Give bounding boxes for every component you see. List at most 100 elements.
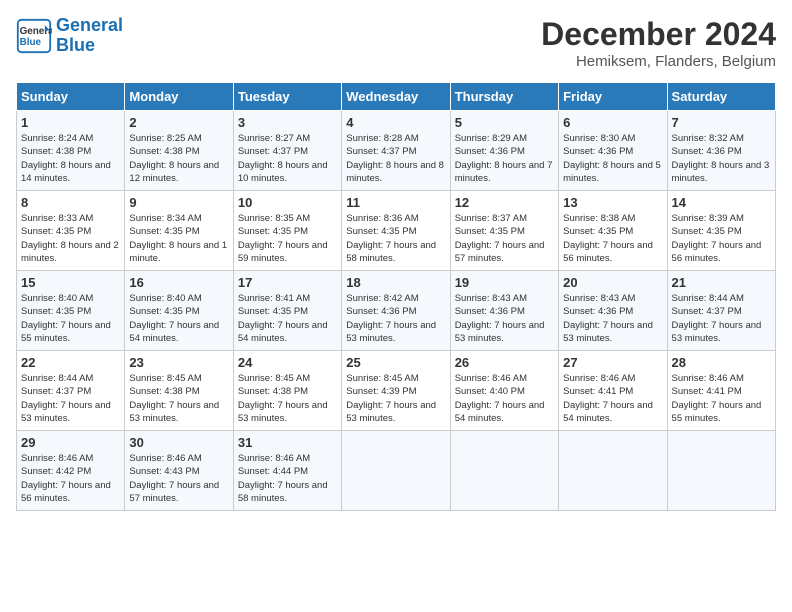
logo: General Blue GeneralBlue	[16, 16, 123, 56]
day-number: 4	[346, 115, 445, 130]
calendar-cell: 22 Sunrise: 8:44 AM Sunset: 4:37 PM Dayl…	[17, 351, 125, 431]
page-header: General Blue GeneralBlue December 2024 H…	[16, 16, 776, 70]
calendar-cell: 29 Sunrise: 8:46 AM Sunset: 4:42 PM Dayl…	[17, 431, 125, 511]
day-info: Sunrise: 8:46 AM Sunset: 4:41 PM Dayligh…	[672, 372, 771, 425]
calendar-cell: 28 Sunrise: 8:46 AM Sunset: 4:41 PM Dayl…	[667, 351, 775, 431]
calendar-cell	[667, 431, 775, 511]
day-header-thursday: Thursday	[450, 83, 558, 111]
day-number: 25	[346, 355, 445, 370]
calendar-cell: 23 Sunrise: 8:45 AM Sunset: 4:38 PM Dayl…	[125, 351, 233, 431]
day-header-wednesday: Wednesday	[342, 83, 450, 111]
title-section: December 2024 Hemiksem, Flanders, Belgiu…	[541, 16, 776, 70]
day-info: Sunrise: 8:40 AM Sunset: 4:35 PM Dayligh…	[21, 292, 120, 345]
day-number: 5	[455, 115, 554, 130]
calendar-cell: 14 Sunrise: 8:39 AM Sunset: 4:35 PM Dayl…	[667, 191, 775, 271]
calendar-cell: 3 Sunrise: 8:27 AM Sunset: 4:37 PM Dayli…	[233, 111, 341, 191]
day-info: Sunrise: 8:39 AM Sunset: 4:35 PM Dayligh…	[672, 212, 771, 265]
day-info: Sunrise: 8:36 AM Sunset: 4:35 PM Dayligh…	[346, 212, 445, 265]
day-number: 23	[129, 355, 228, 370]
calendar-week-1: 1 Sunrise: 8:24 AM Sunset: 4:38 PM Dayli…	[17, 111, 776, 191]
day-number: 30	[129, 435, 228, 450]
day-number: 22	[21, 355, 120, 370]
day-number: 14	[672, 195, 771, 210]
day-info: Sunrise: 8:46 AM Sunset: 4:44 PM Dayligh…	[238, 452, 337, 505]
day-number: 20	[563, 275, 662, 290]
calendar-cell: 9 Sunrise: 8:34 AM Sunset: 4:35 PM Dayli…	[125, 191, 233, 271]
calendar-cell: 10 Sunrise: 8:35 AM Sunset: 4:35 PM Dayl…	[233, 191, 341, 271]
day-info: Sunrise: 8:32 AM Sunset: 4:36 PM Dayligh…	[672, 132, 771, 185]
day-number: 21	[672, 275, 771, 290]
day-info: Sunrise: 8:43 AM Sunset: 4:36 PM Dayligh…	[455, 292, 554, 345]
day-header-sunday: Sunday	[17, 83, 125, 111]
day-number: 26	[455, 355, 554, 370]
calendar-cell: 13 Sunrise: 8:38 AM Sunset: 4:35 PM Dayl…	[559, 191, 667, 271]
calendar-week-4: 22 Sunrise: 8:44 AM Sunset: 4:37 PM Dayl…	[17, 351, 776, 431]
day-number: 9	[129, 195, 228, 210]
day-info: Sunrise: 8:46 AM Sunset: 4:43 PM Dayligh…	[129, 452, 228, 505]
day-number: 10	[238, 195, 337, 210]
day-info: Sunrise: 8:41 AM Sunset: 4:35 PM Dayligh…	[238, 292, 337, 345]
day-number: 31	[238, 435, 337, 450]
calendar-cell: 11 Sunrise: 8:36 AM Sunset: 4:35 PM Dayl…	[342, 191, 450, 271]
calendar-cell: 15 Sunrise: 8:40 AM Sunset: 4:35 PM Dayl…	[17, 271, 125, 351]
calendar-cell: 5 Sunrise: 8:29 AM Sunset: 4:36 PM Dayli…	[450, 111, 558, 191]
day-info: Sunrise: 8:40 AM Sunset: 4:35 PM Dayligh…	[129, 292, 228, 345]
day-header-monday: Monday	[125, 83, 233, 111]
day-info: Sunrise: 8:44 AM Sunset: 4:37 PM Dayligh…	[672, 292, 771, 345]
calendar-cell: 17 Sunrise: 8:41 AM Sunset: 4:35 PM Dayl…	[233, 271, 341, 351]
day-info: Sunrise: 8:27 AM Sunset: 4:37 PM Dayligh…	[238, 132, 337, 185]
calendar-week-2: 8 Sunrise: 8:33 AM Sunset: 4:35 PM Dayli…	[17, 191, 776, 271]
calendar-week-5: 29 Sunrise: 8:46 AM Sunset: 4:42 PM Dayl…	[17, 431, 776, 511]
day-number: 12	[455, 195, 554, 210]
day-number: 7	[672, 115, 771, 130]
day-header-saturday: Saturday	[667, 83, 775, 111]
day-header-friday: Friday	[559, 83, 667, 111]
calendar-header-row: SundayMondayTuesdayWednesdayThursdayFrid…	[17, 83, 776, 111]
calendar-cell: 21 Sunrise: 8:44 AM Sunset: 4:37 PM Dayl…	[667, 271, 775, 351]
calendar-cell	[342, 431, 450, 511]
day-info: Sunrise: 8:34 AM Sunset: 4:35 PM Dayligh…	[129, 212, 228, 265]
calendar-cell: 6 Sunrise: 8:30 AM Sunset: 4:36 PM Dayli…	[559, 111, 667, 191]
day-number: 8	[21, 195, 120, 210]
calendar-cell: 2 Sunrise: 8:25 AM Sunset: 4:38 PM Dayli…	[125, 111, 233, 191]
day-info: Sunrise: 8:42 AM Sunset: 4:36 PM Dayligh…	[346, 292, 445, 345]
day-info: Sunrise: 8:45 AM Sunset: 4:38 PM Dayligh…	[129, 372, 228, 425]
calendar-cell: 26 Sunrise: 8:46 AM Sunset: 4:40 PM Dayl…	[450, 351, 558, 431]
day-info: Sunrise: 8:38 AM Sunset: 4:35 PM Dayligh…	[563, 212, 662, 265]
calendar-cell: 27 Sunrise: 8:46 AM Sunset: 4:41 PM Dayl…	[559, 351, 667, 431]
day-info: Sunrise: 8:46 AM Sunset: 4:41 PM Dayligh…	[563, 372, 662, 425]
day-info: Sunrise: 8:25 AM Sunset: 4:38 PM Dayligh…	[129, 132, 228, 185]
calendar-cell: 7 Sunrise: 8:32 AM Sunset: 4:36 PM Dayli…	[667, 111, 775, 191]
day-info: Sunrise: 8:24 AM Sunset: 4:38 PM Dayligh…	[21, 132, 120, 185]
location-subtitle: Hemiksem, Flanders, Belgium	[541, 53, 776, 70]
logo-icon: General Blue	[16, 18, 52, 54]
calendar-cell	[450, 431, 558, 511]
day-info: Sunrise: 8:44 AM Sunset: 4:37 PM Dayligh…	[21, 372, 120, 425]
calendar-cell: 12 Sunrise: 8:37 AM Sunset: 4:35 PM Dayl…	[450, 191, 558, 271]
day-info: Sunrise: 8:28 AM Sunset: 4:37 PM Dayligh…	[346, 132, 445, 185]
day-number: 24	[238, 355, 337, 370]
day-number: 19	[455, 275, 554, 290]
day-number: 2	[129, 115, 228, 130]
calendar-cell	[559, 431, 667, 511]
day-number: 29	[21, 435, 120, 450]
day-number: 11	[346, 195, 445, 210]
day-info: Sunrise: 8:29 AM Sunset: 4:36 PM Dayligh…	[455, 132, 554, 185]
day-info: Sunrise: 8:33 AM Sunset: 4:35 PM Dayligh…	[21, 212, 120, 265]
day-number: 27	[563, 355, 662, 370]
day-number: 6	[563, 115, 662, 130]
day-number: 18	[346, 275, 445, 290]
day-header-tuesday: Tuesday	[233, 83, 341, 111]
calendar-cell: 20 Sunrise: 8:43 AM Sunset: 4:36 PM Dayl…	[559, 271, 667, 351]
day-number: 16	[129, 275, 228, 290]
day-info: Sunrise: 8:37 AM Sunset: 4:35 PM Dayligh…	[455, 212, 554, 265]
calendar-cell: 8 Sunrise: 8:33 AM Sunset: 4:35 PM Dayli…	[17, 191, 125, 271]
calendar-table: SundayMondayTuesdayWednesdayThursdayFrid…	[16, 82, 776, 511]
calendar-week-3: 15 Sunrise: 8:40 AM Sunset: 4:35 PM Dayl…	[17, 271, 776, 351]
day-info: Sunrise: 8:43 AM Sunset: 4:36 PM Dayligh…	[563, 292, 662, 345]
calendar-cell: 16 Sunrise: 8:40 AM Sunset: 4:35 PM Dayl…	[125, 271, 233, 351]
month-title: December 2024	[541, 16, 776, 53]
calendar-cell: 18 Sunrise: 8:42 AM Sunset: 4:36 PM Dayl…	[342, 271, 450, 351]
day-info: Sunrise: 8:45 AM Sunset: 4:39 PM Dayligh…	[346, 372, 445, 425]
day-info: Sunrise: 8:46 AM Sunset: 4:40 PM Dayligh…	[455, 372, 554, 425]
